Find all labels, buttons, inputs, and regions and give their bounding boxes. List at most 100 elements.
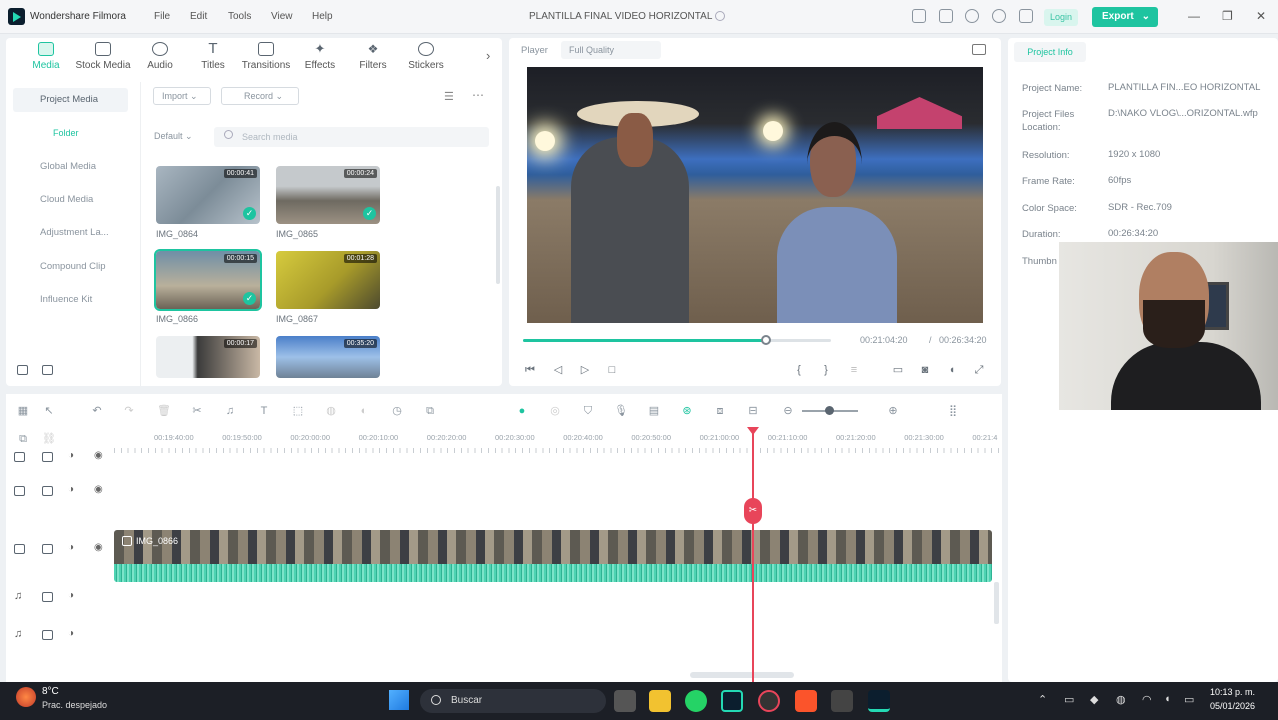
taskbar-search-input[interactable]: Buscar [420,689,606,713]
lock-icon[interactable] [42,452,53,462]
tool-effects[interactable]: ✦ Effects [290,42,350,72]
fullscreen-icon[interactable]: ⤢ [973,364,985,376]
layout-grid-icon[interactable]: ▦ [16,404,30,418]
restore-icon[interactable]: ❐ [1222,9,1233,23]
task-view-icon[interactable] [614,690,636,712]
menu-help[interactable]: Help [312,11,333,22]
speed-icon[interactable]: ◷ [390,404,404,418]
menu-edit[interactable]: Edit [190,11,207,22]
stop-icon[interactable]: □ [606,364,618,376]
zoom-out-icon[interactable]: ⊖ [781,404,795,418]
sidebar-item-project-media[interactable]: Project Media [13,88,128,112]
mute-icon[interactable]: ◑ [68,484,74,495]
playhead[interactable] [752,430,754,682]
track-layout-icon[interactable]: ⣿ [946,404,960,418]
undo-icon[interactable]: ↶ [90,404,104,418]
support-icon[interactable] [992,9,1006,23]
record-dropdown[interactable]: Record ⌄ [221,87,299,105]
tool-audio[interactable]: Audio [130,42,190,71]
add-track-icon[interactable]: ⧉ [16,432,30,446]
sidebar-item-folder[interactable]: Folder [53,128,79,138]
mute-icon[interactable]: ◑ [68,450,74,461]
media-clip-thumb[interactable]: 00:00:17 [156,336,260,378]
sort-dropdown[interactable]: Default ⌄ [154,131,193,142]
start-windows-icon[interactable] [389,690,409,710]
login-button[interactable]: Login [1044,9,1078,26]
clock-date[interactable]: 05/01/2026 [1210,701,1255,711]
text-icon[interactable]: T [257,404,271,418]
tool-media[interactable]: Media [16,42,76,71]
media-clip-thumb[interactable]: 00:00:41 ✓ [156,166,260,224]
tool-titles[interactable]: T Titles [183,41,243,71]
cloud-icon[interactable] [965,9,979,23]
shield-icon[interactable]: ⛉ [581,404,595,418]
mute-icon[interactable]: ◑ [68,590,74,601]
zoom-in-icon[interactable]: ⊕ [886,404,900,418]
zoom-slider-handle[interactable] [825,406,834,415]
sidebar-item-cloud-media[interactable]: Cloud Media [13,188,128,212]
media-clip-thumb[interactable]: 00:00:15 ✓ [154,249,262,311]
battery-icon[interactable]: ▭ [1184,693,1194,706]
weather-temp[interactable]: 8°C [42,686,59,697]
audio-edit-icon[interactable]: ♫ [223,404,237,418]
more-icon[interactable]: ⋯ [472,88,484,102]
link-icon[interactable]: ⛓ [42,432,56,446]
ai-edit-icon[interactable]: ▤ [647,404,661,418]
filmora-taskbar-icon[interactable] [721,690,743,712]
menu-view[interactable]: View [271,11,293,22]
lock-icon[interactable] [42,544,53,554]
crop-icon[interactable]: ⬚ [291,404,305,418]
eye-icon[interactable]: ◉ [94,450,103,461]
auto-highlight-icon[interactable]: ◎ [548,404,562,418]
brave-browser-icon[interactable] [795,690,817,712]
mark-out-icon[interactable]: } [820,364,832,376]
weather-desc[interactable]: Prac. despejado [42,700,107,710]
mark-in-icon[interactable]: { [793,364,805,376]
menu-tools[interactable]: Tools [228,11,251,22]
file-explorer-icon[interactable] [649,690,671,712]
play-icon[interactable]: ▷ [579,364,591,376]
tray-icon[interactable]: ▭ [1064,693,1074,706]
sidebar-item-influence-kit[interactable]: Influence Kit [13,288,128,312]
media-clip-thumb[interactable]: 00:35:20 [276,336,380,378]
tool-transitions[interactable]: Transitions [236,42,296,71]
volume-tray-icon[interactable]: ◖ [1164,693,1171,705]
lock-icon[interactable] [42,630,53,640]
clock-time[interactable]: 10:13 p. m. [1210,687,1255,697]
menu-file[interactable]: File [154,11,170,22]
render-icon[interactable]: ● [515,404,529,418]
pip-icon[interactable]: ⧈ [713,404,727,418]
weather-icon[interactable] [16,687,36,707]
tab-project-info[interactable]: Project Info [1014,42,1086,62]
mic-icon[interactable]: 🎙 [614,404,628,418]
redo-icon[interactable]: ↷ [122,404,136,418]
display-icon[interactable]: ▭ [892,364,904,376]
more-tools-icon[interactable]: ⧉ [423,404,437,418]
info-icon[interactable] [715,11,725,21]
filter-icon[interactable]: ☰ [444,90,456,103]
snap-icon[interactable]: ⊛ [680,404,694,418]
play-reverse-icon[interactable]: ◁ [552,364,564,376]
lock-icon[interactable] [42,486,53,496]
media-scrollbar[interactable] [496,186,500,284]
quality-dropdown[interactable]: Full Quality [561,41,661,59]
video-preview[interactable] [527,67,983,323]
layout-icon[interactable] [912,9,926,23]
tray-icon[interactable]: ◆ [1090,693,1098,706]
select-tool-icon[interactable]: ↖ [42,404,56,418]
marker-icon[interactable]: ≡ [848,364,860,376]
eye-icon[interactable]: ◉ [94,484,103,495]
tool-filters[interactable]: ❖ Filters [343,42,403,71]
mic-tray-icon[interactable]: ◍ [1116,693,1126,706]
folder-icon[interactable] [42,365,53,375]
filmora-active-icon[interactable] [868,690,890,712]
sidebar-item-adjustment-layer[interactable]: Adjustment La... [13,221,128,245]
toolbar-next-icon[interactable]: › [486,48,490,63]
gift-icon[interactable] [1019,9,1033,23]
volume-icon[interactable]: ◖ [946,364,958,376]
video-clip[interactable]: IMG_0866 [114,530,992,564]
lock-icon[interactable] [42,592,53,602]
timeline-scrollbar-v[interactable] [994,582,999,624]
color-icon[interactable]: ◐ [357,404,371,418]
camera-icon[interactable]: ◙ [919,364,931,376]
